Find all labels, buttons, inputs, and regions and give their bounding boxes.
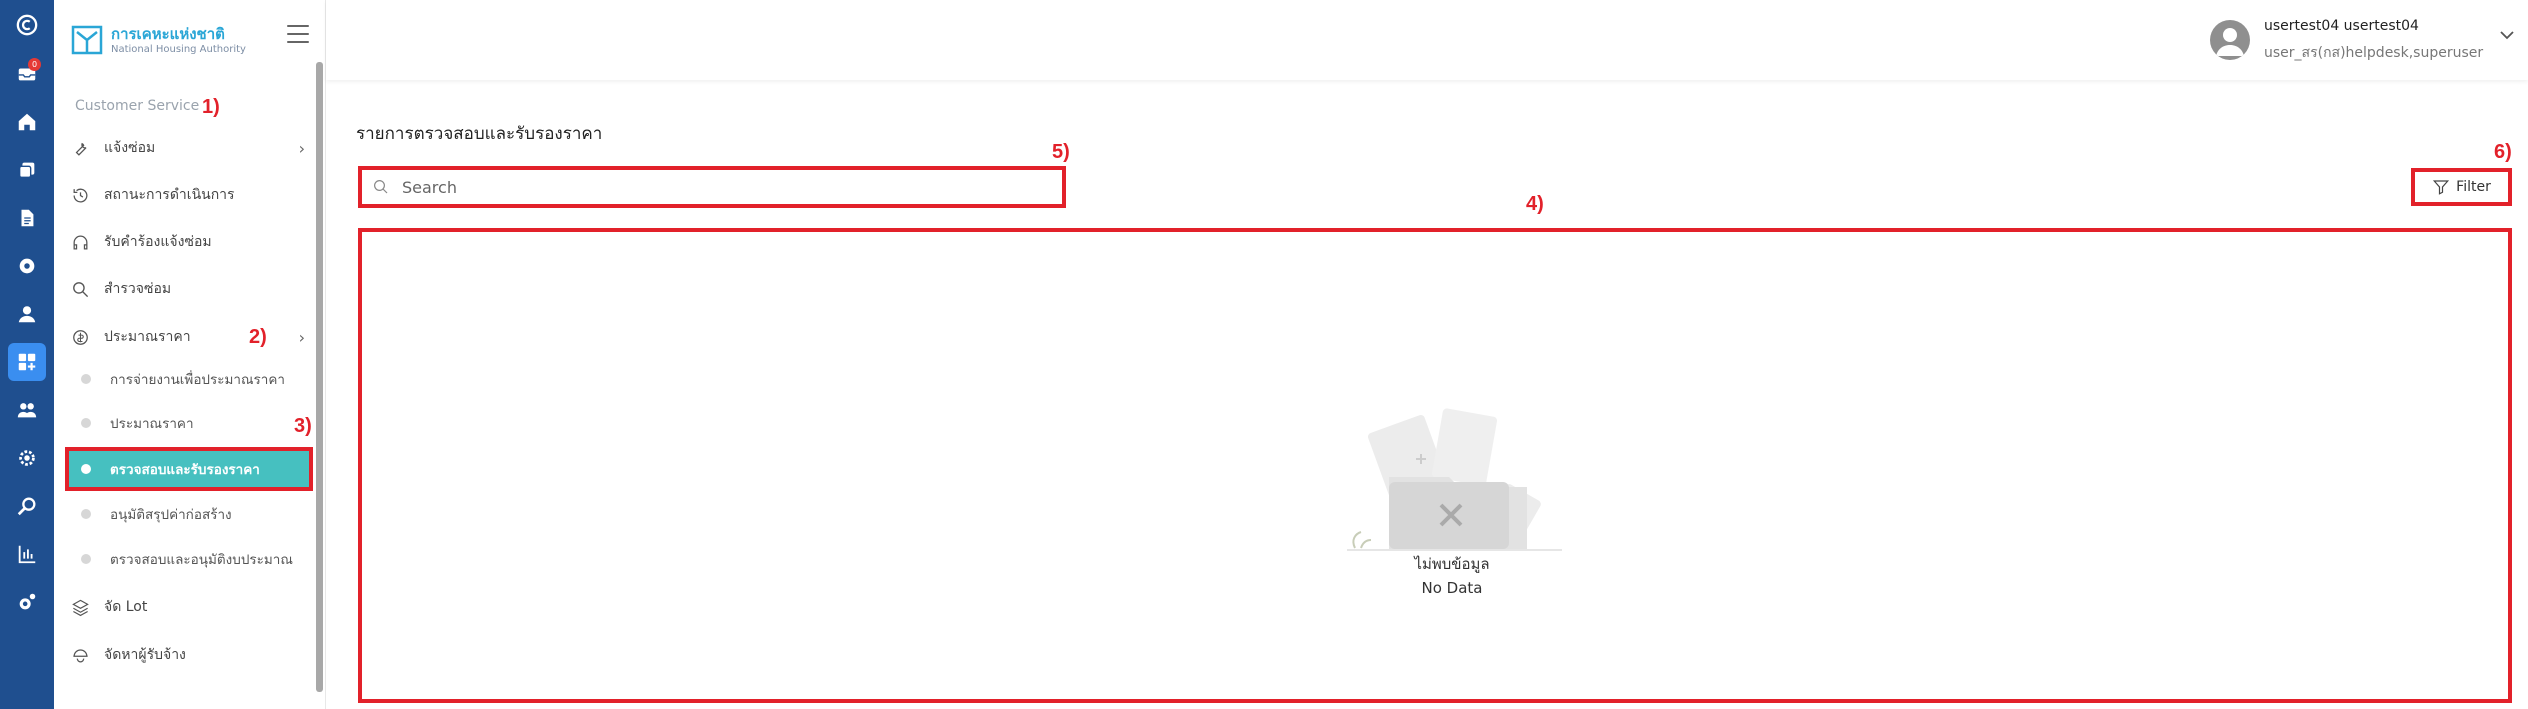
chart-icon[interactable] [8, 535, 46, 573]
search-box[interactable] [358, 166, 1066, 208]
dot-icon [81, 418, 91, 428]
inbox-icon[interactable]: 0 [8, 55, 46, 93]
sidebar-item-survey[interactable]: สำรวจซ่อม [71, 272, 311, 306]
sidebar-item-status[interactable]: สถานะการดำเนินการ [71, 178, 311, 212]
annotation-2: 2) [249, 326, 267, 348]
dot-icon [81, 554, 91, 564]
logo-text-th: การเคหะแห่งชาติ [111, 24, 225, 43]
sidebar-subitem-approve-budget[interactable]: ตรวจสอบและอนุมัติงบประมาณ [69, 541, 309, 577]
team-icon[interactable] [8, 391, 46, 429]
sidebar-item-estimate[interactable]: ประมาณราคา › [71, 320, 311, 354]
search-input[interactable] [402, 177, 1022, 197]
sidebar-item-repair-request[interactable]: แจ้งซ่อม › [71, 131, 311, 165]
top-bar: usertest04 usertest04 user_สร(กส)helpdes… [326, 0, 2528, 80]
sidebar-item-contractor[interactable]: จัดหาผู้รับจ้าง [71, 638, 311, 672]
logo-text-en: National Housing Authority [111, 43, 246, 55]
section-title: Customer Service [75, 98, 200, 114]
sidebar-subitem-approve-summary[interactable]: อนุมัติสรุปค่าก่อสร้าง [69, 496, 309, 532]
sidebar-subitem-label: ตรวจสอบและอนุมัติงบประมาณ [110, 552, 293, 568]
sidebar-item-lot[interactable]: จัด Lot [71, 590, 311, 624]
empty-folder-icon [1347, 408, 1562, 551]
user-name[interactable]: usertest04 usertest04 [2264, 18, 2419, 34]
chevron-right-icon: › [298, 138, 305, 158]
empty-text-en: No Data [1421, 579, 1483, 597]
chevron-right-icon: › [298, 327, 305, 347]
icon-rail: 0 [0, 0, 54, 709]
sidebar-item-label: สำรวจซ่อม [104, 281, 172, 297]
headset-icon [73, 235, 88, 249]
contractor-icon [73, 648, 88, 662]
sidebar-subitem-assign-estimate[interactable]: การจ่ายงานเพื่อประมาณราคา [69, 361, 309, 397]
user-role: user_สร(กส)helpdesk,superuser [2264, 45, 2484, 61]
admin-settings-icon[interactable] [8, 583, 46, 621]
home-icon[interactable] [8, 103, 46, 141]
menu-toggle-icon[interactable] [287, 25, 309, 43]
filter-icon [2433, 180, 2450, 195]
wrench-icon [75, 142, 87, 156]
document-icon[interactable] [8, 199, 46, 237]
coin-icon [73, 329, 88, 345]
sidebar-subitem-label: ตรวจสอบและรับรองราคา [110, 462, 260, 478]
layers-icon [72, 599, 89, 616]
empty-state: ไม่พบข้อมูล No Data [1322, 402, 1582, 600]
dot-icon [81, 509, 91, 519]
sidebar-subitem-label: อนุมัติสรุปค่าก่อสร้าง [110, 507, 232, 523]
sidebar-subitem-verify-price[interactable]: ตรวจสอบและรับรองราคา [65, 447, 313, 491]
sidebar: การเคหะแห่งชาติ National Housing Authori… [54, 0, 326, 709]
filter-button[interactable]: Filter [2411, 168, 2512, 206]
sidebar-item-label: สถานะการดำเนินการ [104, 187, 235, 203]
sidebar-item-label: ประมาณราคา [104, 329, 191, 345]
dashboard-icon[interactable] [8, 343, 46, 381]
dot-icon [81, 374, 91, 384]
cog-icon[interactable] [8, 439, 46, 477]
filter-label: Filter [2456, 179, 2491, 195]
sidebar-subitem-label: การจ่ายงานเพื่อประมาณราคา [110, 372, 285, 388]
chevron-down-icon[interactable] [2498, 26, 2516, 44]
sidebar-subitem-label: ประมาณราคา [110, 416, 194, 432]
avatar[interactable] [2210, 20, 2250, 60]
nha-logo-icon [71, 25, 103, 55]
annotation-5: 5) [1052, 141, 1070, 163]
sidebar-subitem-estimate[interactable]: ประมาณราคา [69, 405, 309, 441]
dot-icon [81, 464, 91, 474]
sidebar-item-label: รับคำร้องแจ้งซ่อม [104, 234, 212, 250]
settings-gear-icon[interactable] [8, 247, 46, 285]
annotation-3: 3) [294, 415, 312, 437]
sidebar-item-label: จัดหาผู้รับจ้าง [104, 647, 186, 663]
user-icon[interactable] [8, 295, 46, 333]
inbox-badge: 0 [28, 58, 41, 71]
sidebar-item-label: แจ้งซ่อม [104, 140, 156, 156]
sidebar-item-receive-requests[interactable]: รับคำร้องแจ้งซ่อม [71, 225, 311, 259]
annotation-4: 4) [1526, 193, 1544, 215]
user-avatar-icon [2216, 28, 2244, 56]
results-table: ไม่พบข้อมูล No Data [358, 228, 2512, 703]
annotation-6: 6) [2494, 141, 2512, 163]
app-logo-icon[interactable] [8, 6, 46, 44]
annotation-1: 1) [202, 96, 220, 118]
sidebar-item-label: จัด Lot [104, 599, 148, 615]
page-title: รายการตรวจสอบและรับรองราคา [356, 124, 603, 144]
search-icon[interactable] [8, 487, 46, 525]
sidebar-scrollbar[interactable] [316, 62, 323, 692]
search-icon [73, 281, 89, 297]
empty-text-th: ไม่พบข้อมูล [1414, 555, 1490, 573]
history-icon [73, 188, 88, 202]
copy-icon[interactable] [8, 151, 46, 189]
nha-logo[interactable]: การเคหะแห่งชาติ National Housing Authori… [71, 20, 246, 60]
search-icon [374, 180, 388, 194]
